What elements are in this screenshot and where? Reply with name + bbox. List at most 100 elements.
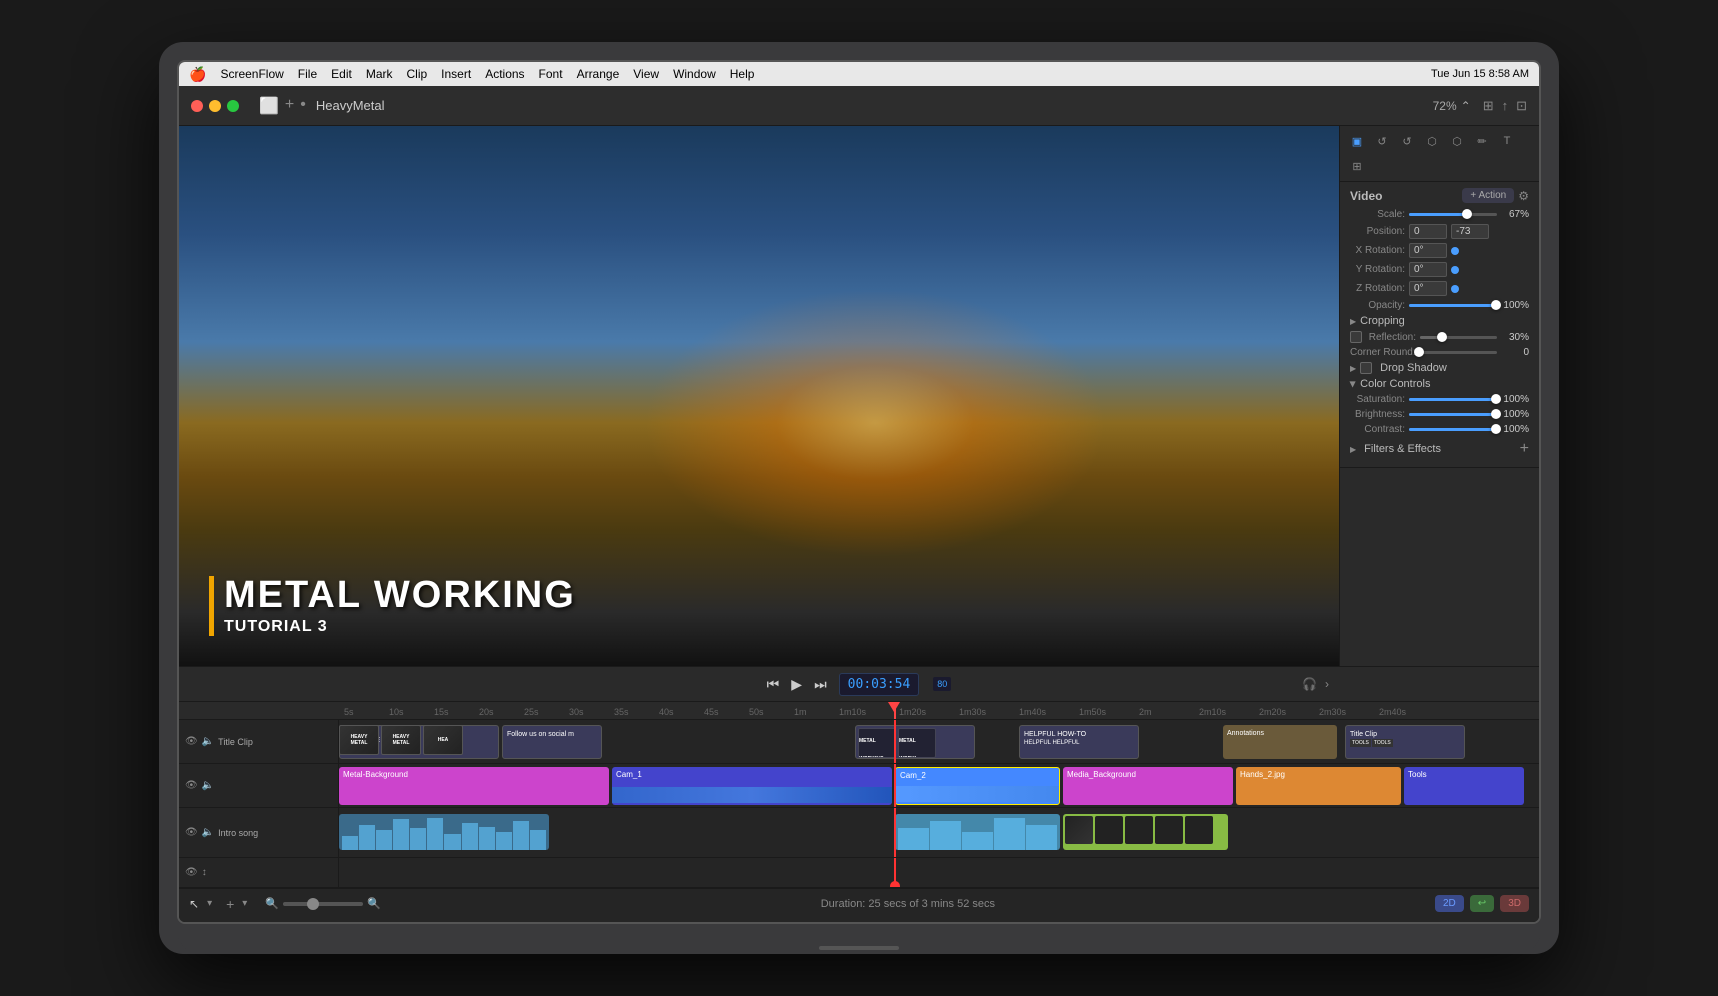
zoom-slider[interactable]: 🔍 🔍: [265, 897, 380, 910]
play-button[interactable]: ▶: [791, 676, 802, 693]
clip-hands[interactable]: Hands_2.jpg: [1236, 767, 1401, 805]
contrast-slider[interactable]: [1409, 428, 1497, 431]
trackpad-notch: [819, 946, 899, 950]
panel-effects-tab[interactable]: ⬡: [1421, 130, 1443, 152]
track-2-audio-icon[interactable]: 🔈: [202, 780, 214, 791]
video-preview[interactable]: METAL WORKING TUTORIAL 3: [179, 126, 1339, 666]
menu-mark[interactable]: Mark: [366, 67, 393, 81]
menu-font[interactable]: Font: [539, 67, 563, 81]
timecode-display: 00:03:54: [839, 673, 920, 696]
menu-view[interactable]: View: [633, 67, 659, 81]
menu-clip[interactable]: Clip: [407, 67, 428, 81]
y-rotation-input[interactable]: [1409, 262, 1447, 277]
zoom-in-icon[interactable]: 🔍: [367, 897, 381, 910]
clip-title-tools[interactable]: Title Clip TOOLS TOOLS: [1345, 725, 1465, 759]
track-4-pointer-icon[interactable]: ↕: [202, 867, 207, 878]
clip-cam2-selected[interactable]: Cam_2: [895, 767, 1060, 805]
track-2-content[interactable]: Metal-Background Cam_1 Ca: [339, 764, 1539, 807]
reflection-slider[interactable]: [1420, 336, 1497, 339]
action-button[interactable]: + Action: [1462, 188, 1514, 203]
square-icon[interactable]: ⬜: [259, 96, 279, 116]
timeline-area[interactable]: 5s 10s 15s 20s 25s 30s 35s 40s 45s 50s 1…: [179, 702, 1539, 922]
color-controls-header[interactable]: ▶ Color Controls: [1350, 378, 1529, 390]
dot-icon: •: [300, 96, 306, 116]
clip-title-2[interactable]: Follow us on social m: [502, 725, 602, 759]
z-rotation-input[interactable]: [1409, 281, 1447, 296]
timeline-btn-2[interactable]: ↩: [1470, 895, 1494, 912]
clip-audio-cam2[interactable]: [895, 814, 1060, 850]
panel-callout-tab[interactable]: ⊞: [1346, 155, 1368, 177]
track-3-audio-icon[interactable]: 🔈: [202, 827, 214, 838]
settings-button[interactable]: ⚙: [1518, 189, 1529, 203]
opacity-slider[interactable]: [1409, 304, 1497, 307]
panel-toggle-icon[interactable]: ⊡: [1516, 98, 1527, 114]
laptop-frame: 🍎 ScreenFlow File Edit Mark Clip Insert …: [159, 42, 1559, 954]
clip-audio-intro[interactable]: [339, 814, 549, 850]
minimize-button[interactable]: [209, 100, 221, 112]
clip-tools[interactable]: Tools: [1404, 767, 1524, 805]
clip-howto[interactable]: HELPFUL HOW-TO HELPFUL HELPFUL: [1019, 725, 1139, 759]
timeline-btn-3[interactable]: 3D: [1500, 895, 1529, 912]
menu-edit[interactable]: Edit: [331, 67, 352, 81]
panel-text-tab[interactable]: T: [1496, 130, 1518, 152]
crop-icon[interactable]: ⊞: [1483, 98, 1494, 114]
maximize-button[interactable]: [227, 100, 239, 112]
track-2-visibility-icon[interactable]: 👁: [185, 780, 198, 791]
menu-app-name[interactable]: ScreenFlow: [220, 67, 283, 81]
panel-annotate-tab[interactable]: ✏: [1471, 130, 1493, 152]
panel-export-tab[interactable]: ⬡: [1446, 130, 1468, 152]
track-3-visibility-icon[interactable]: 👁: [185, 827, 198, 838]
cropping-header[interactable]: ▶ Cropping: [1350, 315, 1529, 327]
add-filter-button[interactable]: +: [1520, 441, 1529, 457]
y-rotation-row: Y Rotation:: [1350, 262, 1529, 277]
apple-menu[interactable]: 🍎: [189, 66, 206, 83]
plus-icon[interactable]: +: [285, 96, 294, 116]
x-rotation-input[interactable]: [1409, 243, 1447, 258]
timeline-btn-1[interactable]: 2D: [1435, 895, 1464, 912]
clip-annotations[interactable]: Annotations: [1223, 725, 1337, 759]
z-rotation-dot[interactable]: [1451, 285, 1459, 293]
export-icon[interactable]: ↑: [1502, 98, 1509, 114]
panel-video-tab[interactable]: ▣: [1346, 130, 1368, 152]
y-rotation-dot[interactable]: [1451, 266, 1459, 274]
track-4-visibility-icon[interactable]: 👁: [185, 867, 198, 878]
menu-arrange[interactable]: Arrange: [577, 67, 620, 81]
clip-cam1[interactable]: Cam_1: [612, 767, 892, 805]
panel-motion-tab[interactable]: ↺: [1396, 130, 1418, 152]
rewind-button[interactable]: ⏮: [767, 676, 780, 693]
zoom-stepper[interactable]: ⌃: [1461, 99, 1471, 113]
position-x-input[interactable]: [1409, 224, 1447, 239]
clip-media-bg-2[interactable]: Media_Background: [1063, 767, 1233, 805]
reflection-checkbox[interactable]: [1350, 331, 1362, 343]
panel-audio-tab[interactable]: ↺: [1371, 130, 1393, 152]
zoom-out-icon[interactable]: 🔍: [265, 897, 279, 910]
x-rotation-dot[interactable]: [1451, 247, 1459, 255]
chevron-right-icon[interactable]: ›: [1325, 677, 1329, 691]
menu-window[interactable]: Window: [673, 67, 716, 81]
saturation-slider[interactable]: [1409, 398, 1497, 401]
add-dropdown[interactable]: ▾: [242, 898, 247, 909]
opacity-row: Opacity: 100%: [1350, 300, 1529, 311]
corner-round-slider[interactable]: [1420, 351, 1497, 354]
track-1-content[interactable]: Title Clip WELCOME TO THE Follow us on s…: [339, 720, 1539, 763]
brightness-slider[interactable]: [1409, 413, 1497, 416]
menu-help[interactable]: Help: [730, 67, 755, 81]
track-3-content[interactable]: Cam_3: [339, 808, 1539, 857]
drop-shadow-checkbox[interactable]: [1360, 362, 1372, 374]
track-audio-icon[interactable]: 🔈: [202, 736, 214, 747]
menu-file[interactable]: File: [298, 67, 317, 81]
scale-slider[interactable]: [1409, 213, 1497, 216]
track-4-content[interactable]: [339, 858, 1539, 887]
track-visibility-icon[interactable]: 👁: [185, 736, 198, 747]
pointer-dropdown[interactable]: ▾: [207, 898, 212, 909]
position-y-input[interactable]: [1451, 224, 1489, 239]
menu-insert[interactable]: Insert: [441, 67, 471, 81]
volume-icon[interactable]: 🎧: [1302, 677, 1317, 691]
add-track-btn[interactable]: +: [226, 896, 234, 912]
x-rotation-label: X Rotation:: [1350, 245, 1405, 256]
close-button[interactable]: [191, 100, 203, 112]
menu-actions[interactable]: Actions: [485, 67, 524, 81]
clip-metal-bg-1[interactable]: Metal-Background: [339, 767, 609, 805]
pointer-tool[interactable]: ↖: [189, 897, 199, 911]
forward-button[interactable]: ⏭: [814, 676, 827, 693]
